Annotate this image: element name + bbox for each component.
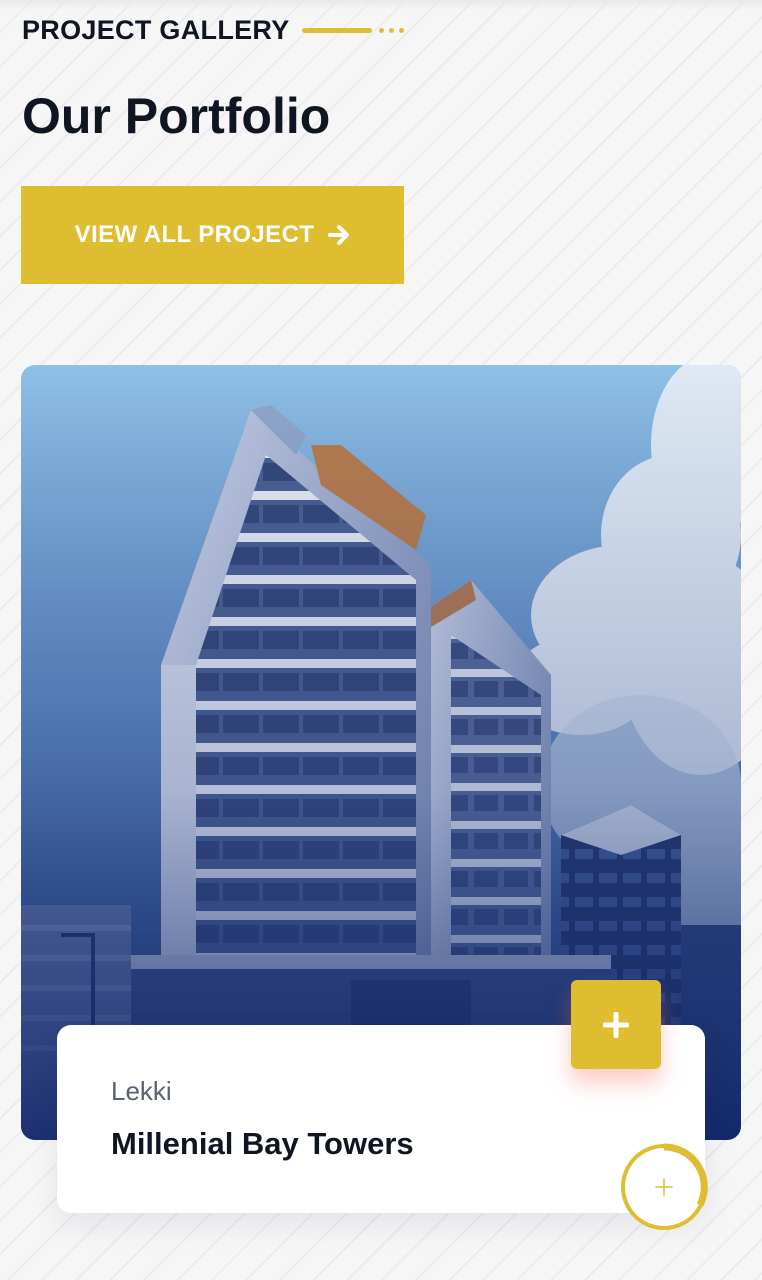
project-location: Lekki <box>111 1076 172 1106</box>
section-subtitle-row: PROJECT GALLERY <box>22 14 404 46</box>
project-title[interactable]: Millenial Bay Towers <box>111 1126 414 1162</box>
section-subtitle: PROJECT GALLERY <box>22 14 290 45</box>
decoration-dot <box>378 27 384 33</box>
decoration-line <box>301 27 372 33</box>
expand-project-button[interactable] <box>571 980 661 1069</box>
subtitle-decoration <box>301 27 404 33</box>
decoration-dot <box>398 27 404 33</box>
decoration-dot <box>388 27 394 33</box>
view-all-project-label: VIEW ALL PROJECT <box>74 221 315 248</box>
arrow-right-icon <box>328 225 350 245</box>
progress-ring <box>621 1143 708 1230</box>
view-all-project-button[interactable]: VIEW ALL PROJECT <box>21 186 404 284</box>
plus-icon <box>603 1011 629 1038</box>
top-shadow <box>0 0 762 10</box>
page-title: Our Portfolio <box>22 88 331 144</box>
scroll-progress-button[interactable] <box>620 1143 708 1231</box>
